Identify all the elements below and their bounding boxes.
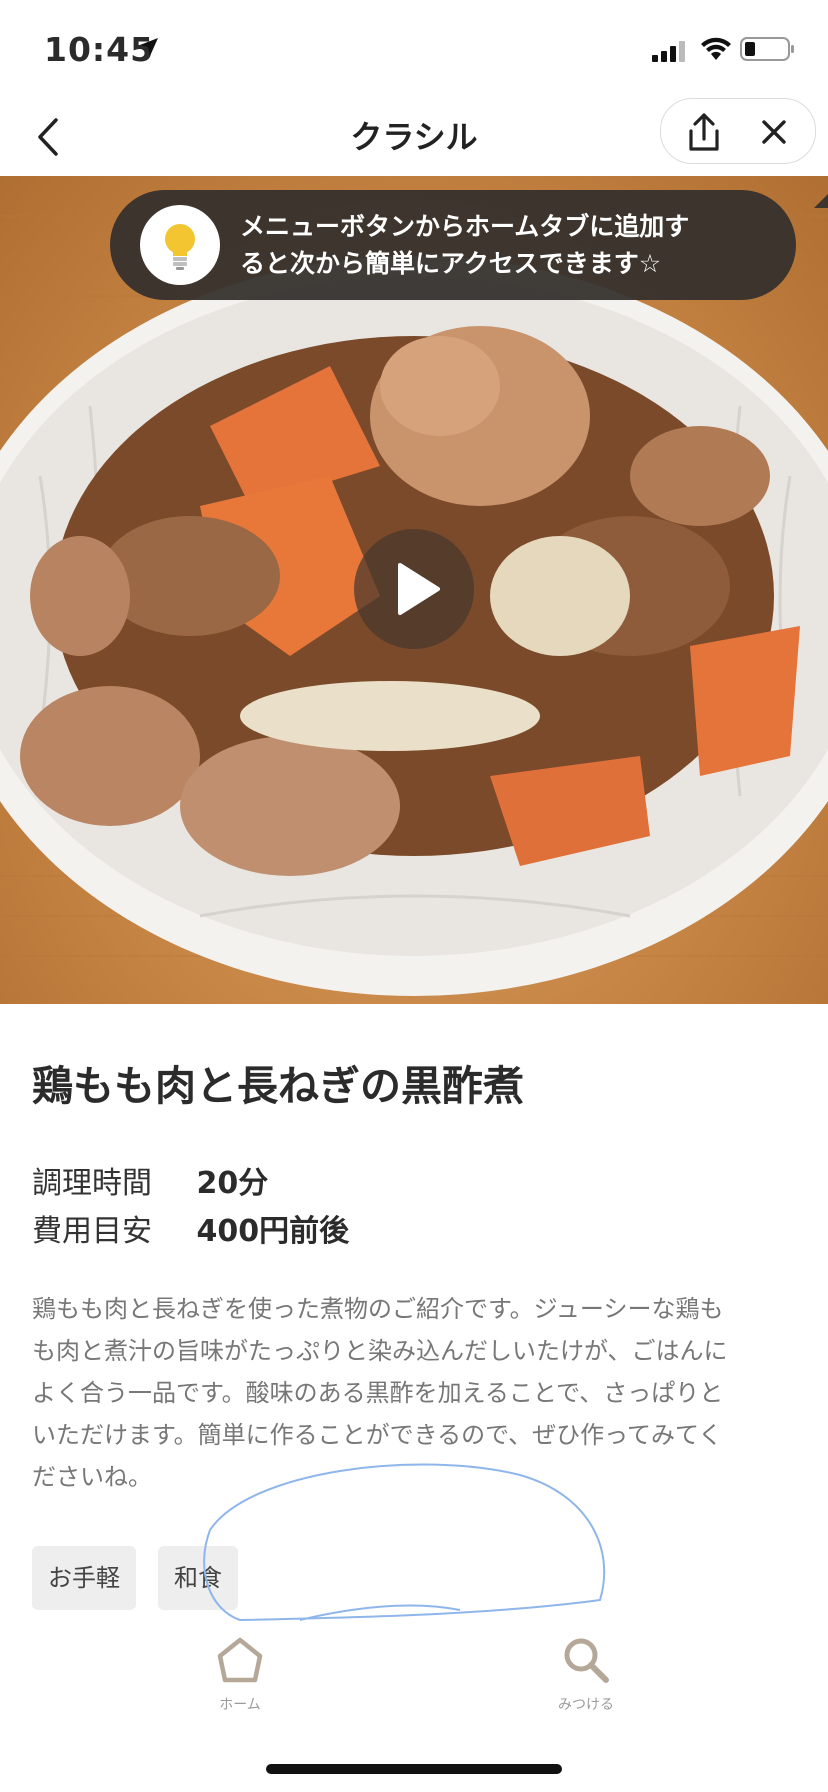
nav-bar: クラシル: [0, 96, 828, 176]
cost-row: 費用目安 400円前後: [32, 1206, 349, 1250]
home-indicator[interactable]: [266, 1764, 562, 1774]
lightbulb-icon: [165, 224, 195, 270]
wifi-icon: [701, 37, 731, 60]
tooltip-text: メニューボタンからホームタブに追加す ると次から簡単にアクセスできます☆: [240, 208, 780, 282]
play-icon: [398, 563, 440, 615]
description-line: よく合う一品です。酸味のある黒酢を加えることで、さっぱりと: [32, 1379, 724, 1407]
close-icon: [762, 120, 786, 144]
description-line: 鶏もも肉と長ねぎを使った煮物のご紹介です。ジューシーな鶏も: [32, 1295, 724, 1323]
tab-search[interactable]: みつける: [526, 1632, 646, 1714]
cooking-time-row: 調理時間 20分: [32, 1158, 268, 1202]
home-icon: [217, 1637, 263, 1683]
tag-easy[interactable]: お手軽: [32, 1546, 136, 1610]
tab-search-label: みつける: [558, 1697, 614, 1713]
location-arrow-icon: [140, 38, 158, 56]
status-bar: 10:45: [0, 0, 828, 96]
cost-value: 400円前後: [196, 1214, 350, 1249]
scribble-annotation: [203, 1463, 606, 1622]
cellular-signal-icon: [652, 41, 685, 62]
share-icon: [689, 113, 719, 151]
tab-home[interactable]: ホーム: [180, 1632, 300, 1714]
nav-action-pill: [660, 98, 816, 164]
close-button[interactable]: [753, 111, 795, 153]
tooltip-line: メニューボタンからホームタブに追加す: [240, 212, 690, 241]
tab-home-label: ホーム: [219, 1697, 261, 1713]
tooltip-line: ると次から簡単にアクセスできます☆: [240, 249, 662, 278]
share-button[interactable]: [681, 109, 727, 155]
cooking-time-value: 20分: [196, 1166, 269, 1201]
description-line: も肉と煮汁の旨味がたっぷりと染み込んだしいたけが、ごはんに: [32, 1337, 728, 1365]
recipe-video-thumbnail[interactable]: メニューボタンからホームタブに追加す ると次から簡単にアクセスできます☆: [0, 176, 828, 1004]
search-icon: [564, 1638, 609, 1683]
play-button[interactable]: [354, 529, 474, 649]
battery-icon: [740, 37, 794, 61]
bulb-badge: [140, 205, 220, 285]
cost-label: 費用目安: [32, 1214, 152, 1249]
add-to-home-tooltip[interactable]: メニューボタンからホームタブに追加す ると次から簡単にアクセスできます☆: [110, 190, 828, 300]
tooltip-arrow: [814, 194, 828, 208]
cooking-time-label: 調理時間: [32, 1166, 152, 1201]
recipe-title: 鶏もも肉と長ねぎの黒酢煮: [32, 1062, 524, 1110]
